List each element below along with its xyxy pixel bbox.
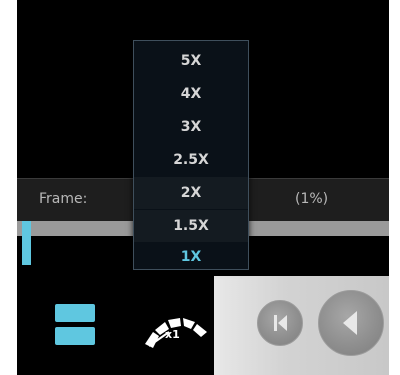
speed-option-4x[interactable]: 4X bbox=[134, 78, 248, 110]
speed-indicator: x1 bbox=[165, 328, 180, 341]
progress-thumb[interactable] bbox=[22, 221, 31, 265]
layout-top-bar bbox=[55, 304, 95, 322]
step-back-icon bbox=[274, 315, 287, 331]
speed-option-2-5x[interactable]: 2.5X bbox=[134, 144, 248, 176]
layout-bottom-bar bbox=[55, 327, 95, 345]
speed-option-5x[interactable]: 5X bbox=[134, 45, 248, 77]
navigation-panel bbox=[214, 276, 389, 375]
speed-option-1-5x[interactable]: 1.5X bbox=[134, 210, 248, 242]
speed-option-2x[interactable]: 2X bbox=[134, 177, 248, 209]
controls-bar: x1 bbox=[17, 276, 389, 375]
frame-label: Frame: bbox=[39, 191, 88, 207]
video-player: Frame: (1%) x1 5X 4X 3X 2.5X 2X 1.5X 1X bbox=[17, 0, 389, 375]
layout-icon[interactable] bbox=[55, 304, 95, 346]
previous-icon bbox=[343, 311, 357, 335]
speed-option-1x[interactable]: 1X bbox=[134, 241, 248, 273]
speed-gauge-arc bbox=[145, 318, 207, 348]
speed-gauge-icon[interactable]: x1 bbox=[135, 302, 211, 348]
frame-percent: (1%) bbox=[295, 191, 329, 207]
speed-menu: 5X 4X 3X 2.5X 2X 1.5X 1X bbox=[133, 40, 249, 270]
step-back-button[interactable] bbox=[257, 300, 303, 346]
previous-button[interactable] bbox=[318, 290, 384, 356]
speed-option-3x[interactable]: 3X bbox=[134, 111, 248, 143]
